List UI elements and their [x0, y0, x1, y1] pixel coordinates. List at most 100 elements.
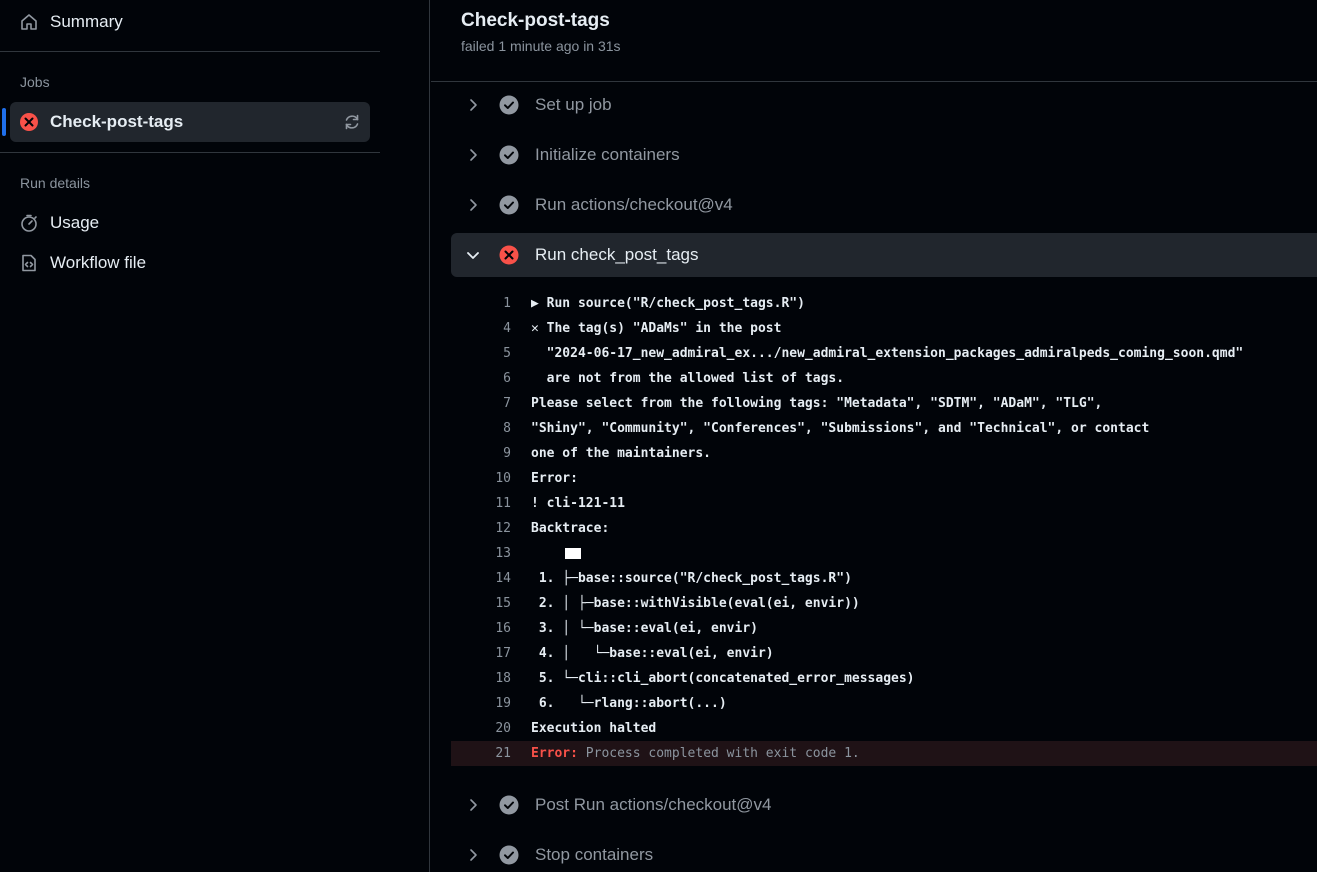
log-line: 5 "2024-06-17_new_admiral_ex.../new_admi…: [451, 341, 1317, 366]
line-number[interactable]: 1: [451, 291, 511, 316]
chevron-down-icon: [467, 252, 479, 259]
log-text: "2024-06-17_new_admiral_ex.../new_admira…: [531, 346, 1244, 361]
log-line: 7 Please select from the following tags: …: [451, 391, 1317, 416]
step-run-check-post-tags[interactable]: Run check_post_tags: [451, 233, 1317, 277]
log-line: 11 ! cli-121-11: [451, 491, 1317, 516]
check-circle-icon: [499, 845, 519, 865]
log-line: 8 "Shiny", "Community", "Conferences", "S…: [451, 416, 1317, 441]
sidebar-item-usage[interactable]: Usage: [10, 203, 370, 243]
step-log: 1 ▶ Run source("R/check_post_tags.R") 4 ✕ …: [451, 291, 1317, 766]
sidebar-item-label: Workflow file: [50, 253, 147, 272]
stopwatch-icon: [19, 213, 39, 233]
log-line: 19 6. └─rlang::abort(...): [451, 691, 1317, 716]
log-text: 2. │ ├─base::withVisible(eval(ei, envir)…: [531, 596, 860, 611]
sidebar-item-label: Summary: [50, 12, 123, 31]
active-job-indicator: [2, 108, 6, 136]
failure-icon: [499, 245, 519, 265]
log-line: 10 Error:: [451, 466, 1317, 491]
line-number[interactable]: 21: [451, 741, 511, 766]
line-number[interactable]: 12: [451, 516, 511, 541]
log-text: 1. ├─base::source("R/check_post_tags.R"): [531, 571, 852, 586]
log-text: ✕ The tag(s) "ADaMs" in the post: [531, 321, 782, 336]
chevron-right-icon: [470, 199, 477, 211]
log-text: Backtrace:: [531, 521, 610, 536]
line-number[interactable]: 14: [451, 566, 511, 591]
line-number[interactable]: 20: [451, 716, 511, 741]
step-run-actions-checkout[interactable]: Run actions/checkout@v4: [451, 183, 1317, 227]
file-code-icon: [19, 253, 39, 273]
step-label: Stop containers: [535, 845, 654, 864]
line-number[interactable]: 7: [451, 391, 511, 416]
log-line: 13: [451, 541, 1317, 566]
log-text[interactable]: ▶ Run source("R/check_post_tags.R"): [531, 296, 805, 311]
log-line: 9 one of the maintainers.: [451, 441, 1317, 466]
job-log-panel: Check-post-tags failed 1 minute ago in 3…: [431, 0, 1317, 872]
log-line: 14 1. ├─base::source("R/check_post_tags.…: [451, 566, 1317, 591]
line-number[interactable]: 17: [451, 641, 511, 666]
log-text: 3. │ └─base::eval(ei, envir): [531, 621, 758, 636]
job-label: Check-post-tags: [50, 112, 184, 131]
log-text: 4. │ └─base::eval(ei, envir): [531, 646, 774, 661]
line-number[interactable]: 18: [451, 666, 511, 691]
step-set-up-job[interactable]: Set up job: [451, 83, 1317, 127]
line-number[interactable]: 11: [451, 491, 511, 516]
sidebar-divider: [0, 152, 380, 153]
log-line: 17 4. │ └─base::eval(ei, envir): [451, 641, 1317, 666]
job-title: Check-post-tags: [461, 10, 610, 31]
check-circle-icon: [499, 795, 519, 815]
log-line: 1 ▶ Run source("R/check_post_tags.R"): [451, 291, 1317, 316]
home-icon: [19, 12, 39, 32]
sidebar: Summary Jobs Check-post-tags Run details…: [0, 0, 430, 872]
log-line: 6 are not from the allowed list of tags.: [451, 366, 1317, 391]
sidebar-job-check-post-tags[interactable]: Check-post-tags: [10, 102, 370, 142]
chevron-right-icon: [470, 849, 477, 861]
log-line: 12 Backtrace:: [451, 516, 1317, 541]
check-circle-icon: [499, 145, 519, 165]
error-label: Error:: [531, 746, 578, 761]
log-text: 6. └─rlang::abort(...): [531, 696, 727, 711]
log-text: Please select from the following tags: "…: [531, 396, 1103, 411]
log-line: 18 5. └─cli::cli_abort(concatenated_erro…: [451, 666, 1317, 691]
log-text: 5. └─cli::cli_abort(concatenated_error_m…: [531, 671, 915, 686]
line-number[interactable]: 13: [451, 541, 511, 566]
sidebar-item-label: Usage: [50, 213, 100, 232]
line-number[interactable]: 6: [451, 366, 511, 391]
step-label: Post Run actions/checkout@v4: [535, 795, 772, 814]
header-divider: [431, 81, 1317, 82]
log-line: 15 2. │ ├─base::withVisible(eval(ei, env…: [451, 591, 1317, 616]
block-glyph: [565, 548, 581, 559]
line-number[interactable]: 9: [451, 441, 511, 466]
log-text: "Shiny", "Community", "Conferences", "Su…: [531, 421, 1150, 436]
step-post-run-actions-checkout[interactable]: Post Run actions/checkout@v4: [451, 783, 1317, 827]
step-label: Run actions/checkout@v4: [535, 195, 733, 214]
rerun-icon[interactable]: [342, 112, 362, 132]
line-number[interactable]: 15: [451, 591, 511, 616]
chevron-right-icon: [470, 799, 477, 811]
line-number[interactable]: 10: [451, 466, 511, 491]
log-text: Execution halted: [531, 721, 657, 736]
chevron-right-icon: [470, 149, 477, 161]
step-label: Set up job: [535, 95, 612, 114]
check-circle-icon: [499, 95, 519, 115]
sidebar-item-workflow-file[interactable]: Workflow file: [10, 243, 370, 283]
job-status-subtitle: failed 1 minute ago in 31s: [461, 38, 621, 54]
log-line: 20 Execution halted: [451, 716, 1317, 741]
log-line: 16 3. │ └─base::eval(ei, envir): [451, 616, 1317, 641]
check-circle-icon: [499, 195, 519, 215]
log-text: ! cli-121-11: [531, 496, 625, 511]
step-stop-containers[interactable]: Stop containers: [451, 833, 1317, 872]
line-number[interactable]: 8: [451, 416, 511, 441]
run-details-section-label: Run details: [20, 175, 91, 191]
log-line: 4 ✕ The tag(s) "ADaMs" in the post: [451, 316, 1317, 341]
workflow-run-page: Summary Jobs Check-post-tags Run details…: [0, 0, 1317, 872]
line-number[interactable]: 4: [451, 316, 511, 341]
line-number[interactable]: 16: [451, 616, 511, 641]
line-number[interactable]: 19: [451, 691, 511, 716]
log-text: one of the maintainers.: [531, 446, 712, 461]
jobs-section-label: Jobs: [20, 74, 50, 90]
log-text: are not from the allowed list of tags.: [531, 371, 845, 386]
step-initialize-containers[interactable]: Initialize containers: [451, 133, 1317, 177]
sidebar-item-summary[interactable]: Summary: [10, 2, 370, 42]
line-number[interactable]: 5: [451, 341, 511, 366]
sidebar-divider: [0, 51, 380, 52]
